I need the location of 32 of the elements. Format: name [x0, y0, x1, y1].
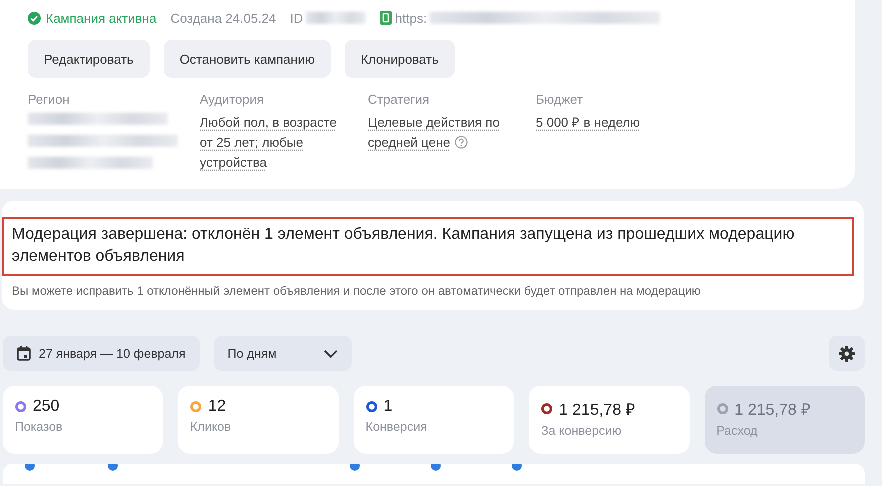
- action-button[interactable]: Клонировать: [344, 40, 455, 78]
- action-button[interactable]: Остановить кампанию: [164, 40, 331, 78]
- metric-value: 1 215,78 ₽: [734, 401, 810, 420]
- metric-label: За конверсию: [541, 424, 623, 438]
- metric-card[interactable]: 1 Конверсия: [354, 386, 514, 454]
- detail-label: Аудитория: [200, 92, 266, 107]
- metric-label: Расход: [716, 424, 759, 438]
- detail-link[interactable]: Целевые действия по средней цене: [368, 113, 513, 153]
- detail-label: Регион: [28, 92, 71, 107]
- id-label: ID: [290, 10, 304, 26]
- moderation-note: Вы можете исправить 1 отклонённый элемент объявления и после этого он автоматически будет отправлен на модерацию: [11, 283, 702, 298]
- metric-label: Кликов: [190, 420, 232, 434]
- metric-label: Конверсия: [366, 420, 428, 434]
- moderation-title: Модерация завершена: отклонён 1 элемент объявления. Кампания запущена из прошедших модерацию элементов объявления: [2, 217, 854, 276]
- metric-card[interactable]: 1 215,78 ₽ За конверсию: [529, 386, 690, 454]
- metric-card[interactable]: 250 Показов: [3, 386, 164, 454]
- detail-link[interactable]: 5 000 ₽ в неделю: [536, 113, 681, 133]
- detail-label: Стратегия: [368, 92, 431, 107]
- metric-card[interactable]: 1 215,78 ₽ Расход: [704, 386, 865, 454]
- detail-link[interactable]: Любой пол, в возрасте от 25 лет; любые устройства: [200, 113, 345, 173]
- created-date: Создана 24.05.24: [170, 10, 276, 26]
- grouping-dropdown[interactable]: По дням: [214, 336, 352, 371]
- date-range-button[interactable]: 27 января — 10 февраля: [3, 336, 200, 371]
- metric-value: 1 215,78 ₽: [559, 401, 635, 420]
- metric-value: 250: [33, 398, 60, 416]
- action-button[interactable]: Редактировать: [28, 40, 150, 78]
- metric-label: Показов: [15, 420, 64, 434]
- campaign-status: Кампания активна: [28, 10, 157, 26]
- metric-value: 12: [208, 398, 226, 416]
- metric-value: 1: [384, 398, 393, 416]
- detail-label: Бюджет: [536, 92, 584, 107]
- metric-card[interactable]: 12 Кликов: [178, 386, 339, 454]
